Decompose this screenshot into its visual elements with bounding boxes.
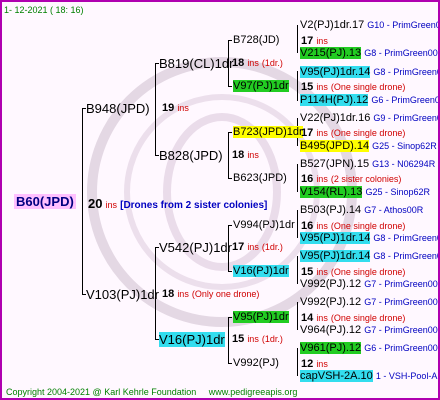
g3-summary: 15 ins (One single drone): [301, 81, 406, 93]
g4-entry[interactable]: V95(PJ)1dr.14 G8 - PrimGreen00: [300, 232, 438, 245]
g4-entry[interactable]: V154(RL).13 G25 - Sinop62R: [300, 186, 430, 199]
connector-line: [228, 317, 229, 363]
connector-line: [82, 108, 83, 294]
g3-name[interactable]: B623(JPD): [233, 172, 287, 185]
connector-line: [228, 317, 232, 318]
root-queen[interactable]: B60(JPD): [14, 194, 76, 209]
g4-entry[interactable]: V95(PJ)1dr.14 G8 - PrimGreen00: [300, 66, 438, 79]
connector-line: [297, 256, 298, 284]
g3-name[interactable]: V16(PJ)1dr: [233, 265, 289, 278]
footer-copyright: Copyright 2004-2021 @ Karl Kehrle Founda…: [6, 387, 298, 397]
g3-name[interactable]: V994(PJ)1dr: [233, 219, 295, 232]
g3-name[interactable]: B728(JD): [233, 34, 279, 47]
connector-line: [228, 86, 232, 87]
connector-line: [297, 348, 298, 376]
site-link[interactable]: www.pedigreeapis.org: [209, 387, 298, 397]
g2-name[interactable]: B828(JPD): [159, 148, 223, 163]
pedigree-chart: 1- 12-2021 ( 18: 16) B60(JPD) 20 ins [Dr…: [0, 0, 440, 400]
g4-entry[interactable]: B503(PJ).14 G7 - Athos00R: [300, 204, 423, 217]
connector-line: [228, 178, 232, 179]
g4-entry[interactable]: capVSH-2A.10 1 - VSH-Pool-AR: [300, 370, 438, 383]
root-name: B60(JPD): [14, 194, 76, 209]
g2-summary: 18 ins: [232, 149, 259, 161]
connector-line: [228, 40, 232, 41]
g4-entry[interactable]: P114H(PJ).12 G6 - PrimGreen00: [300, 94, 438, 107]
date-stamp: 1- 12-2021 ( 18: 16): [4, 5, 84, 15]
g3-name[interactable]: B723(JPD)1dr: [233, 126, 303, 139]
g4-entry[interactable]: V95(PJ)1dr.14 G8 - PrimGreen00: [300, 250, 438, 263]
connector-line: [228, 132, 232, 133]
connector-line: [228, 225, 232, 226]
connector-line: [297, 210, 298, 238]
g3-summary: 17 ins (One single drone): [301, 127, 406, 139]
g1-top-name[interactable]: B948(JPD): [86, 101, 150, 116]
g1-bottom-summary: 18 ins (Only one drone): [162, 288, 260, 300]
g1-bottom-name[interactable]: V103(PJ)1dr: [86, 287, 159, 302]
connector-line: [297, 25, 298, 53]
g4-entry[interactable]: V992(PJ).12 G7 - PrimGreen00: [300, 278, 438, 291]
g2-summary: 17 ins (1dr.): [232, 241, 283, 253]
g3-name[interactable]: V95(PJ)1dr: [233, 311, 289, 324]
g3-summary: 16 ins (2 sister colonies): [301, 173, 402, 185]
g4-entry[interactable]: V22(PJ)1dr.16 G9 - PrimGreen00: [300, 112, 438, 125]
g4-entry[interactable]: V961(PJ).12 G6 - PrimGreen00: [300, 342, 438, 355]
g1-top-summary: 19 ins: [162, 102, 189, 114]
root-summary: 20 ins [Drones from 2 sister colonies]: [88, 196, 268, 211]
connector-line: [155, 63, 156, 155]
g2-name[interactable]: V16(PJ)1dr: [159, 332, 225, 347]
g4-entry[interactable]: B495(JPD).14 G25 - Sinop62R: [300, 140, 437, 153]
g2-summary: 15 ins (1dr.): [232, 333, 283, 345]
connector-line: [228, 132, 229, 178]
g4-entry[interactable]: V215(PJ).13 G8 - PrimGreen00: [300, 47, 438, 60]
connector-line: [297, 164, 298, 192]
g4-entry[interactable]: V964(PJ).12 G7 - PrimGreen00: [300, 324, 438, 337]
connector-line: [297, 71, 298, 101]
g2-summary: 18 ins (1dr.): [232, 57, 283, 69]
g3-name[interactable]: V97(PJ)1dr: [233, 80, 289, 93]
g2-name[interactable]: B819(CL)1dr: [159, 56, 233, 71]
connector-line: [228, 271, 232, 272]
g3-name[interactable]: V992(PJ): [233, 357, 279, 370]
g4-entry[interactable]: B527(JPN).15 G13 - N06294R: [300, 158, 435, 171]
g4-entry[interactable]: V992(PJ).12 G7 - PrimGreen00: [300, 296, 438, 309]
g2-name[interactable]: V542(PJ)1dr: [159, 240, 232, 255]
connector-line: [297, 302, 298, 330]
g4-entry[interactable]: V2(PJ)1dr.17 G10 - PrimGreen00: [300, 19, 438, 32]
connector-line: [228, 363, 232, 364]
